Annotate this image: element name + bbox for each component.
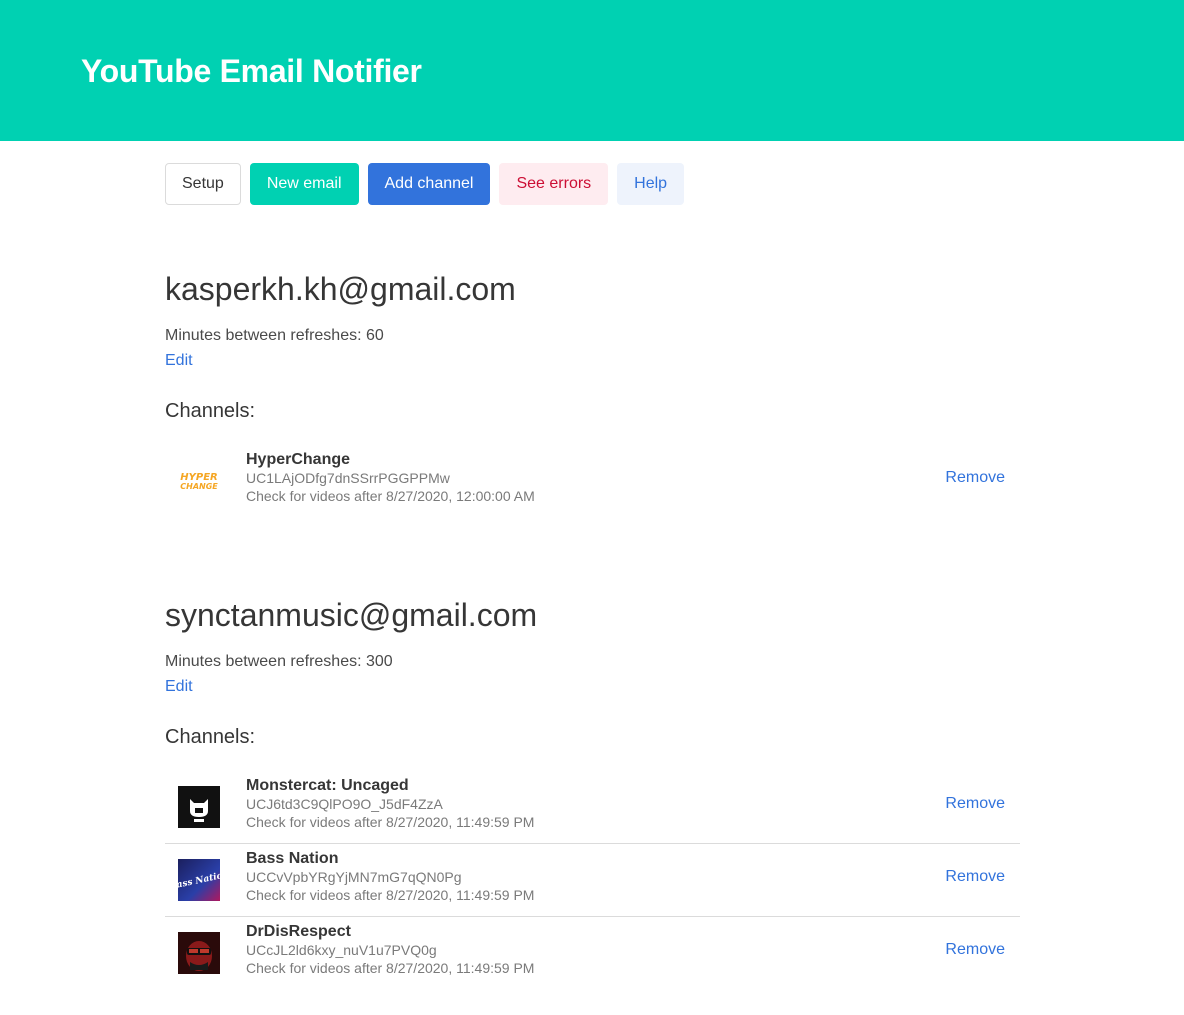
channel-list: Monstercat: Uncaged UCJ6td3C9QlPO9O_J5dF… [165, 771, 1020, 990]
svg-text:CHANGE: CHANGE [180, 482, 218, 491]
help-button[interactable]: Help [617, 163, 685, 205]
edit-link[interactable]: Edit [165, 350, 193, 372]
bass-nation-logo-icon: Bass Nation [178, 859, 220, 901]
channel-id: UCCvVpbYRgYjMN7mG7qQN0Pg [246, 869, 462, 885]
channel-row: HYPER CHANGE HyperChange UC1LAjODfg7dnSS… [165, 445, 1020, 518]
monstercat-logo-icon [178, 786, 220, 828]
new-email-button[interactable]: New email [249, 163, 359, 205]
channel-row: Monstercat: Uncaged UCJ6td3C9QlPO9O_J5dF… [165, 771, 1020, 844]
drdisrespect-avatar-icon [178, 932, 220, 974]
remove-channel-link[interactable]: Remove [945, 469, 1005, 487]
channel-check-date: Check for videos after 8/27/2020, 11:49:… [246, 814, 535, 830]
channel-avatar-bass-nation: Bass Nation [178, 859, 220, 901]
channel-check-date: Check for videos after 8/27/2020, 11:49:… [246, 960, 535, 976]
channel-name: DrDisRespect [246, 923, 351, 940]
channel-list: HYPER CHANGE HyperChange UC1LAjODfg7dnSS… [165, 445, 1020, 518]
toolbar: Setup New email Add channel See errors H… [165, 163, 685, 205]
channel-id: UCJ6td3C9QlPO9O_J5dF4ZzA [246, 796, 443, 812]
remove-channel-link[interactable]: Remove [945, 941, 1005, 959]
channel-check-date: Check for videos after 8/27/2020, 11:49:… [246, 887, 535, 903]
hyperchange-logo-icon: HYPER CHANGE [178, 460, 220, 502]
channel-id: UC1LAjODfg7dnSSrrPGGPPMw [246, 470, 450, 486]
email-address: kasperkh.kh@gmail.com [165, 271, 516, 307]
channel-name: Monstercat: Uncaged [246, 777, 409, 794]
add-channel-button[interactable]: Add channel [367, 163, 491, 205]
channel-id: UCcJL2ld6kxy_nuV1u7PVQ0g [246, 942, 437, 958]
channel-name: HyperChange [246, 451, 351, 468]
email-address: synctanmusic@gmail.com [165, 597, 538, 633]
channel-name: Bass Nation [246, 850, 339, 867]
edit-link[interactable]: Edit [165, 676, 193, 698]
app-title: YouTube Email Notifier [81, 53, 422, 89]
refresh-interval-text: Minutes between refreshes: 300 [165, 653, 393, 670]
channel-avatar-monstercat [178, 786, 220, 828]
channel-row: Bass Nation Bass Nation UCCvVpbYRgYjMN7m… [165, 844, 1020, 917]
email-section: synctanmusic@gmail.com Minutes between r… [165, 595, 1020, 1015]
channel-avatar-drdisrespect [178, 932, 220, 974]
channels-heading: Channels: [165, 400, 256, 422]
setup-button[interactable]: Setup [165, 163, 241, 205]
channel-row: DrDisRespect UCcJL2ld6kxy_nuV1u7PVQ0g Ch… [165, 917, 1020, 990]
header-banner: YouTube Email Notifier [0, 0, 1184, 141]
email-section: kasperkh.kh@gmail.com Minutes between re… [165, 269, 1020, 549]
channels-heading: Channels: [165, 726, 256, 748]
see-errors-button[interactable]: See errors [499, 163, 609, 205]
channel-check-date: Check for videos after 8/27/2020, 12:00:… [246, 488, 535, 504]
refresh-interval-text: Minutes between refreshes: 60 [165, 327, 384, 344]
channel-avatar-hyperchange: HYPER CHANGE [178, 460, 220, 502]
remove-channel-link[interactable]: Remove [945, 868, 1005, 886]
remove-channel-link[interactable]: Remove [945, 795, 1005, 813]
